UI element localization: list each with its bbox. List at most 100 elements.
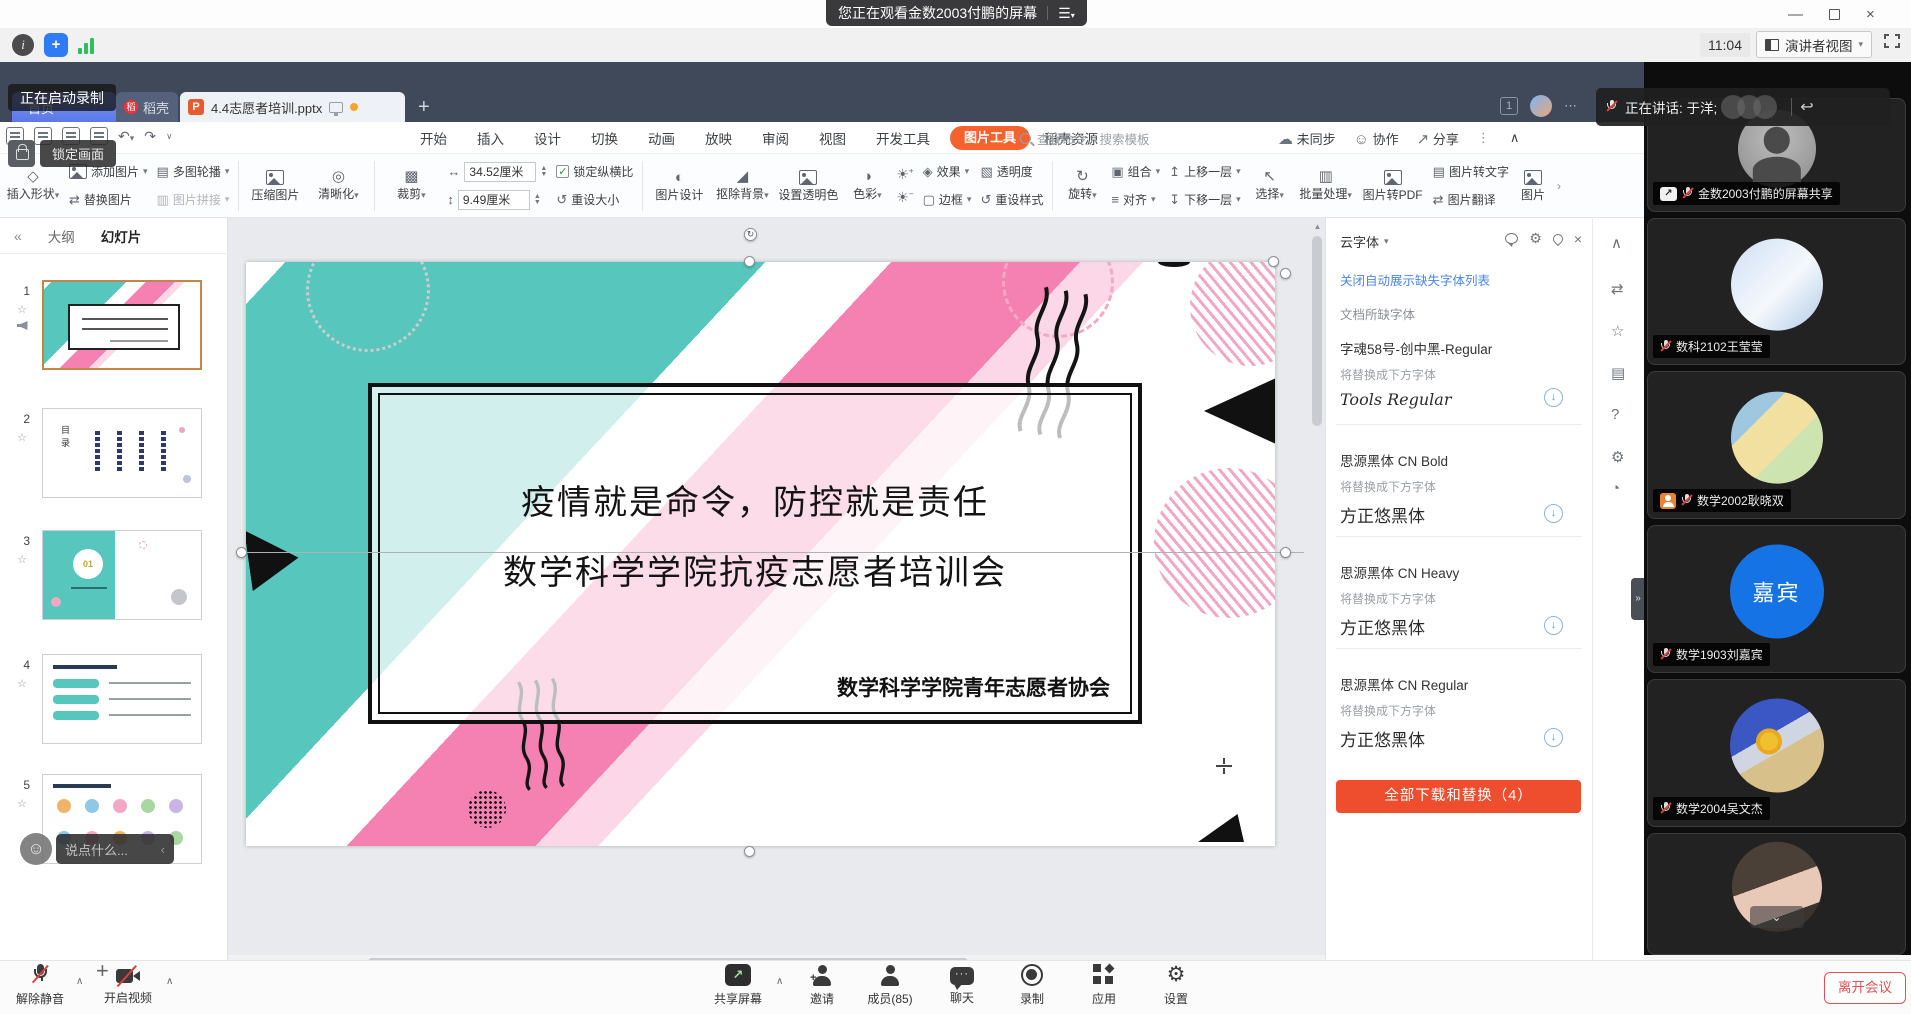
- color-button[interactable]: ◑ 色彩▾: [847, 157, 887, 215]
- participant-tile[interactable]: ⌄: [1647, 833, 1906, 955]
- replace-picture-button[interactable]: ⇄ 替换图片: [69, 189, 148, 211]
- picture-to-pdf-button[interactable]: 图片转PDF: [1362, 157, 1424, 215]
- menu-start[interactable]: 开始: [420, 128, 447, 148]
- panel-expand-handle[interactable]: »: [1631, 578, 1645, 620]
- chat-button[interactable]: ··· 聊天: [930, 964, 994, 1006]
- collapse-panel-icon[interactable]: «: [14, 228, 22, 244]
- resource-icon[interactable]: ▤: [1611, 364, 1625, 382]
- settings-gear-icon[interactable]: ⚙: [1611, 448, 1624, 466]
- tabbar-more-icon[interactable]: ⋯: [1564, 98, 1577, 114]
- banner-menu-icon[interactable]: ☰▾: [1058, 5, 1075, 22]
- menu-more-icon[interactable]: ⋮: [1477, 130, 1492, 146]
- download-icon[interactable]: ↓: [1544, 728, 1563, 747]
- pin-icon[interactable]: [1551, 231, 1565, 245]
- download-icon[interactable]: ↓: [1544, 388, 1563, 407]
- select-button[interactable]: ↖ 选择▾: [1250, 157, 1290, 215]
- width-input[interactable]: [464, 162, 536, 182]
- maximize-icon[interactable]: [1829, 9, 1840, 20]
- menu-animation[interactable]: 动画: [648, 128, 675, 148]
- resize-handle-bottom[interactable]: [744, 846, 755, 857]
- lock-aspect-ratio-checkbox[interactable]: ✓ 锁定纵横比: [556, 161, 633, 183]
- scroll-up-icon[interactable]: ▲: [1312, 222, 1323, 231]
- menu-insert[interactable]: 插入: [477, 128, 504, 148]
- close-icon[interactable]: ×: [1866, 6, 1875, 23]
- tab-outline[interactable]: 大纲: [48, 226, 75, 246]
- settings-button[interactable]: ⚙ 设置: [1144, 964, 1208, 1007]
- vertical-scrollbar[interactable]: ▲: [1312, 222, 1323, 942]
- lock-screen-button[interactable]: 锁定画面: [40, 140, 116, 167]
- remove-background-button[interactable]: ◢ 抠除背景▾: [715, 157, 769, 215]
- menu-review[interactable]: 审阅: [762, 128, 789, 148]
- notice-badge[interactable]: 1: [1500, 97, 1518, 115]
- collapse-chat-icon[interactable]: ‹: [161, 842, 165, 857]
- participant-tile[interactable]: 数学2002耿晓双: [1647, 371, 1906, 519]
- resize-handle-top-right[interactable]: [1268, 256, 1279, 267]
- scrollbar-thumb[interactable]: [1312, 236, 1322, 426]
- customize-quickbar-icon[interactable]: ∨: [166, 131, 173, 142]
- scroll-more-participants[interactable]: ⌄: [1750, 906, 1804, 928]
- share-options-icon[interactable]: ∧: [776, 976, 783, 987]
- collab-button[interactable]: ☺ 协作: [1354, 129, 1399, 148]
- new-tab-button[interactable]: +: [418, 95, 430, 119]
- height-input[interactable]: [458, 190, 530, 210]
- context-tab-picture-tools[interactable]: 图片工具: [950, 126, 1030, 150]
- slide-thumbnail-2[interactable]: 目录: [42, 408, 202, 498]
- participant-tile[interactable]: 数科2102王莹莹: [1647, 218, 1906, 365]
- compress-picture-button[interactable]: 压缩图片: [248, 157, 302, 215]
- effects-button[interactable]: ◈ 效果▾: [923, 161, 972, 183]
- quick-tools-icon[interactable]: ⇄: [1611, 280, 1624, 298]
- lock-camera-icon[interactable]: [8, 140, 35, 167]
- resize-handle-corner[interactable]: [1280, 268, 1291, 279]
- collapse-icon[interactable]: ∧: [1611, 234, 1622, 252]
- brightness-up-icon[interactable]: ☀+: [896, 166, 913, 183]
- rotate-button[interactable]: ↻ 旋转▾: [1062, 157, 1102, 215]
- brightness-down-icon[interactable]: ☀−: [896, 189, 913, 206]
- minimize-icon[interactable]: —: [1788, 6, 1803, 23]
- multi-picture-carousel-button[interactable]: ▤ 多图轮播▾: [157, 161, 230, 183]
- crop-button[interactable]: ▩ 裁剪▾: [384, 157, 438, 215]
- reset-size-button[interactable]: ↺ 重设大小: [556, 189, 633, 211]
- menu-transition[interactable]: 切换: [591, 128, 618, 148]
- width-stepper[interactable]: ▲▼: [540, 166, 547, 178]
- slide-thumbnail-4[interactable]: [42, 654, 202, 744]
- picture-cut-button[interactable]: 图片: [1518, 157, 1548, 215]
- menu-view[interactable]: 视图: [819, 128, 846, 148]
- emoji-button[interactable]: ☺: [20, 833, 52, 865]
- group-button[interactable]: ▣ 组合▾: [1111, 161, 1160, 183]
- picture-to-text-button[interactable]: ▤ 图片转文字: [1433, 161, 1509, 183]
- menu-devtools[interactable]: 开发工具: [876, 128, 930, 148]
- gear-icon[interactable]: ⚙: [1529, 230, 1542, 247]
- slide-editor[interactable]: 疫情就是命令，防控就是责任 数学科学学院抗疫志愿者培训会 数学科学学院青年志愿者…: [246, 262, 1275, 846]
- send-backward-button[interactable]: ↧ 下移一层▾: [1169, 189, 1240, 211]
- rotate-handle[interactable]: ↻: [744, 228, 757, 241]
- tab-slides[interactable]: 幻灯片: [101, 226, 142, 246]
- picture-design-button[interactable]: ◐ 图片设计: [652, 157, 706, 215]
- sync-status[interactable]: ☁ 未同步: [1278, 129, 1336, 148]
- chart-icon[interactable]: ◔: [1611, 480, 1620, 497]
- download-replace-all-button[interactable]: 全部下载和替换（4）: [1336, 780, 1581, 813]
- camera-options-icon[interactable]: ∧: [166, 976, 173, 987]
- participant-tile[interactable]: 嘉宾 数学1903刘嘉宾: [1647, 525, 1906, 673]
- collapse-ribbon-icon[interactable]: ∧: [1510, 130, 1520, 146]
- share-button[interactable]: ↗ 分享: [1417, 129, 1459, 148]
- mic-options-icon[interactable]: ∧: [76, 976, 83, 987]
- undo-icon[interactable]: ↶▾: [118, 128, 134, 145]
- align-button[interactable]: ≡ 对齐▾: [1111, 189, 1160, 211]
- slide-thumbnail-3[interactable]: 01: [42, 530, 202, 620]
- return-arrow-icon[interactable]: ↩: [1800, 97, 1813, 117]
- fullscreen-icon[interactable]: [1884, 34, 1900, 48]
- redo-icon[interactable]: ↷: [144, 128, 156, 145]
- resize-handle-right[interactable]: [1280, 547, 1291, 558]
- download-icon[interactable]: ↓: [1544, 616, 1563, 635]
- resize-handle-left[interactable]: [236, 547, 247, 558]
- close-icon[interactable]: ×: [1574, 231, 1582, 247]
- view-mode-dropdown[interactable]: 演讲者视图 ▾: [1756, 31, 1872, 58]
- bring-forward-button[interactable]: ↥ 上移一层▾: [1169, 161, 1240, 183]
- menu-design[interactable]: 设计: [534, 128, 561, 148]
- menu-slideshow[interactable]: 放映: [705, 128, 732, 148]
- font-panel-title[interactable]: 云字体▾: [1340, 232, 1389, 251]
- download-icon[interactable]: ↓: [1544, 504, 1563, 523]
- help-icon[interactable]: ?: [1611, 406, 1619, 423]
- resize-handle-top[interactable]: [744, 256, 755, 267]
- meeting-security-icon[interactable]: +: [44, 33, 68, 57]
